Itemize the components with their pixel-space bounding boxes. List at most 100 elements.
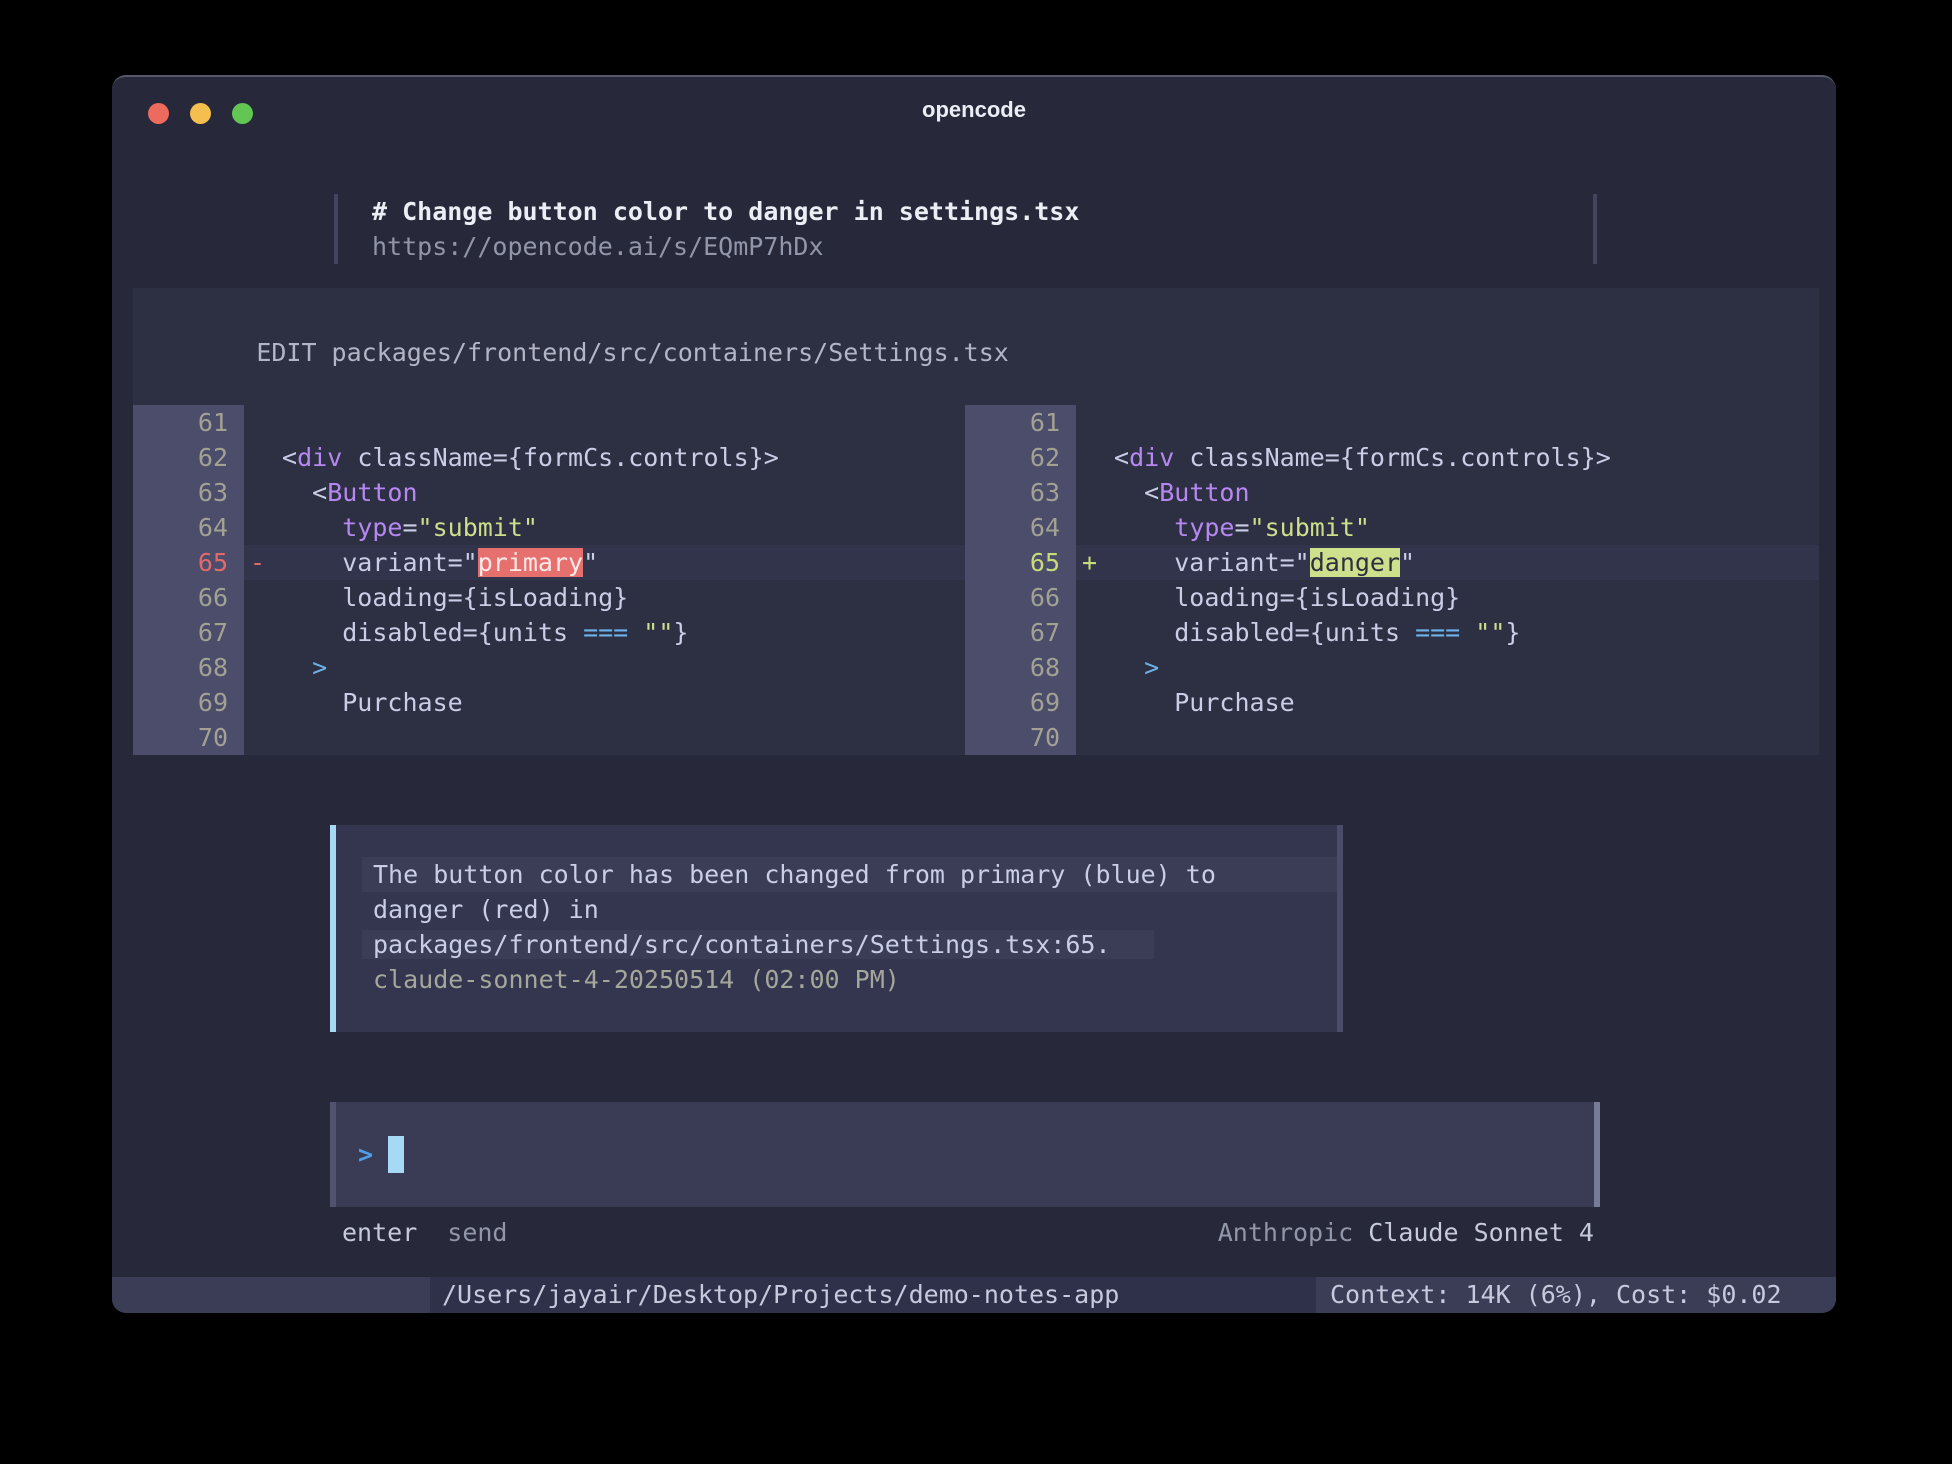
message-model-timestamp: claude-sonnet-4-20250514 (02:00 PM) — [362, 962, 1337, 997]
code-line: variant="primary" — [267, 545, 965, 580]
code-line: type="submit" — [267, 510, 965, 545]
code-line: loading={isLoading} — [267, 580, 965, 615]
diff-row: 65- variant="primary" — [133, 545, 965, 580]
diff-sign — [1076, 685, 1099, 720]
code-line: > — [1099, 650, 1819, 685]
prompt-input[interactable]: > — [336, 1102, 1594, 1207]
code-line: type="submit" — [1099, 510, 1819, 545]
line-number: 66 — [965, 580, 1076, 615]
diff-sign — [1076, 510, 1099, 545]
line-number: 64 — [965, 510, 1076, 545]
code-line: <Button — [1099, 475, 1819, 510]
diff-sign — [244, 685, 267, 720]
diff-sign — [244, 510, 267, 545]
code-line: variant="danger" — [1099, 545, 1819, 580]
diff-row: 67 disabled={units === ""} — [965, 615, 1819, 650]
diff-view: 6162 <div className={formCs.controls}>63… — [133, 405, 1819, 755]
model-indicator: AnthropicClaude Sonnet 4 — [1218, 1215, 1594, 1250]
edit-tool-title: EDITpackages/frontend/src/containers/Set… — [166, 300, 1009, 335]
line-number: 65 — [133, 545, 244, 580]
window-title: opencode — [112, 97, 1836, 123]
diff-pane-new: 6162 <div className={formCs.controls}>63… — [965, 405, 1819, 755]
code-line — [1099, 405, 1819, 440]
line-number: 70 — [133, 720, 244, 755]
session-header: # Change button color to danger in setti… — [334, 194, 1597, 264]
message-line: packages/frontend/src/containers/Setting… — [362, 927, 1337, 962]
line-number: 61 — [133, 405, 244, 440]
header-right-border — [1593, 194, 1597, 264]
diff-sign — [244, 720, 267, 755]
app-version-segment: opencodev0.1.156 — [112, 1277, 430, 1313]
diff-sign: + — [1076, 545, 1099, 580]
diff-sign — [1076, 580, 1099, 615]
line-number: 63 — [965, 475, 1076, 510]
enter-key-label: enter — [342, 1218, 417, 1247]
line-number: 62 — [965, 440, 1076, 475]
diff-sign — [1076, 650, 1099, 685]
line-number: 70 — [965, 720, 1076, 755]
diff-sign — [1076, 475, 1099, 510]
code-line: disabled={units === ""} — [1099, 615, 1819, 650]
diff-sign — [244, 615, 267, 650]
code-line — [267, 720, 965, 755]
diff-sign — [1076, 405, 1099, 440]
edit-file-path: packages/frontend/src/containers/Setting… — [332, 338, 1009, 367]
diff-row: 70 — [965, 720, 1819, 755]
code-line: <div className={formCs.controls}> — [267, 440, 965, 475]
line-number: 67 — [133, 615, 244, 650]
diff-row: 66 loading={isLoading} — [965, 580, 1819, 615]
line-number: 69 — [133, 685, 244, 720]
message-line: danger (red) in — [362, 892, 1337, 927]
diff-sign — [244, 650, 267, 685]
code-line: <div className={formCs.controls}> — [1099, 440, 1819, 475]
diff-sign — [244, 475, 267, 510]
diff-row: 69 Purchase — [965, 685, 1819, 720]
line-number: 62 — [133, 440, 244, 475]
diff-row: 70 — [133, 720, 965, 755]
prompt-char: > — [358, 1137, 373, 1172]
message-right-bar — [1337, 825, 1343, 1032]
line-number: 65 — [965, 545, 1076, 580]
diff-row: 61 — [133, 405, 965, 440]
diff-row: 69 Purchase — [133, 685, 965, 720]
model-label: Claude Sonnet 4 — [1368, 1218, 1594, 1247]
diff-sign — [244, 440, 267, 475]
diff-row: 64 type="submit" — [133, 510, 965, 545]
diff-row: 67 disabled={units === ""} — [133, 615, 965, 650]
text-cursor — [388, 1136, 404, 1173]
line-number: 68 — [133, 650, 244, 685]
line-number: 63 — [133, 475, 244, 510]
code-line: Purchase — [267, 685, 965, 720]
line-number: 69 — [965, 685, 1076, 720]
diff-row: 62 <div className={formCs.controls}> — [965, 440, 1819, 475]
session-title: # Change button color to danger in setti… — [372, 194, 1079, 229]
session-share-url[interactable]: https://opencode.ai/s/EQmP7hDx — [372, 229, 824, 264]
diff-row: 61 — [965, 405, 1819, 440]
diff-sign — [1076, 440, 1099, 475]
diff-sign: - — [244, 545, 267, 580]
message-line: The button color has been changed from p… — [362, 857, 1337, 892]
status-bar: opencodev0.1.156 /Users/jayair/Desktop/P… — [112, 1277, 1836, 1313]
diff-sign — [244, 405, 267, 440]
diff-row: 65+ variant="danger" — [965, 545, 1819, 580]
line-number: 68 — [965, 650, 1076, 685]
titlebar: opencode — [112, 77, 1836, 141]
diff-row: 66 loading={isLoading} — [133, 580, 965, 615]
line-number: 66 — [133, 580, 244, 615]
code-line — [267, 405, 965, 440]
send-hint: entersend — [342, 1215, 507, 1250]
input-footer: entersend AnthropicClaude Sonnet 4 — [342, 1215, 1594, 1250]
code-line: Purchase — [1099, 685, 1819, 720]
line-number: 67 — [965, 615, 1076, 650]
line-number: 64 — [133, 510, 244, 545]
context-usage: Context: 14K (6%), Cost: $0.02 — [1316, 1277, 1836, 1313]
diff-sign — [1076, 615, 1099, 650]
code-line: loading={isLoading} — [1099, 580, 1819, 615]
diff-row: 63 <Button — [133, 475, 965, 510]
app-window: opencode # Change button color to danger… — [112, 75, 1836, 1313]
diff-pane-old: 6162 <div className={formCs.controls}>63… — [133, 405, 965, 755]
diff-row: 64 type="submit" — [965, 510, 1819, 545]
code-line: disabled={units === ""} — [267, 615, 965, 650]
code-line: > — [267, 650, 965, 685]
edit-label: EDIT — [256, 338, 316, 367]
